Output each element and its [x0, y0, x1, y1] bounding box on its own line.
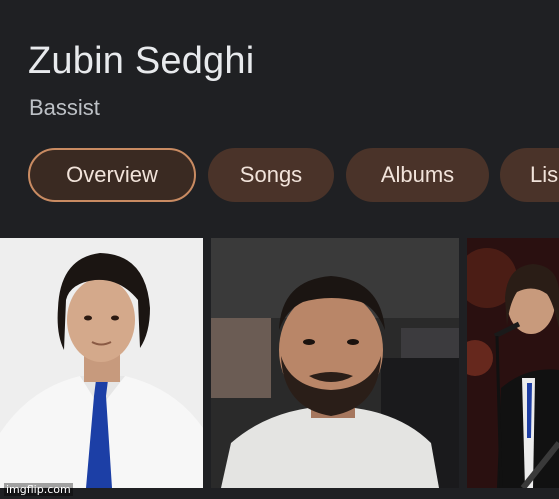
tab-overview[interactable]: Overview: [28, 148, 196, 202]
tab-songs[interactable]: Songs: [208, 148, 334, 202]
page-title: Zubin Sedghi: [28, 40, 255, 82]
watermark-text: imgflip.com: [4, 483, 73, 496]
tab-bar: Overview Songs Albums Lis: [28, 148, 559, 204]
concert-photo-3[interactable]: [467, 238, 559, 488]
knowledge-panel: Zubin Sedghi Bassist Overview Songs Albu…: [0, 0, 559, 499]
page-subtitle: Bassist: [29, 95, 100, 120]
portrait-photo-1[interactable]: [0, 238, 203, 488]
tab-lists[interactable]: Lis: [500, 148, 559, 202]
tab-albums[interactable]: Albums: [346, 148, 489, 202]
image-carousel: [0, 238, 559, 488]
portrait-photo-2[interactable]: [211, 238, 459, 488]
